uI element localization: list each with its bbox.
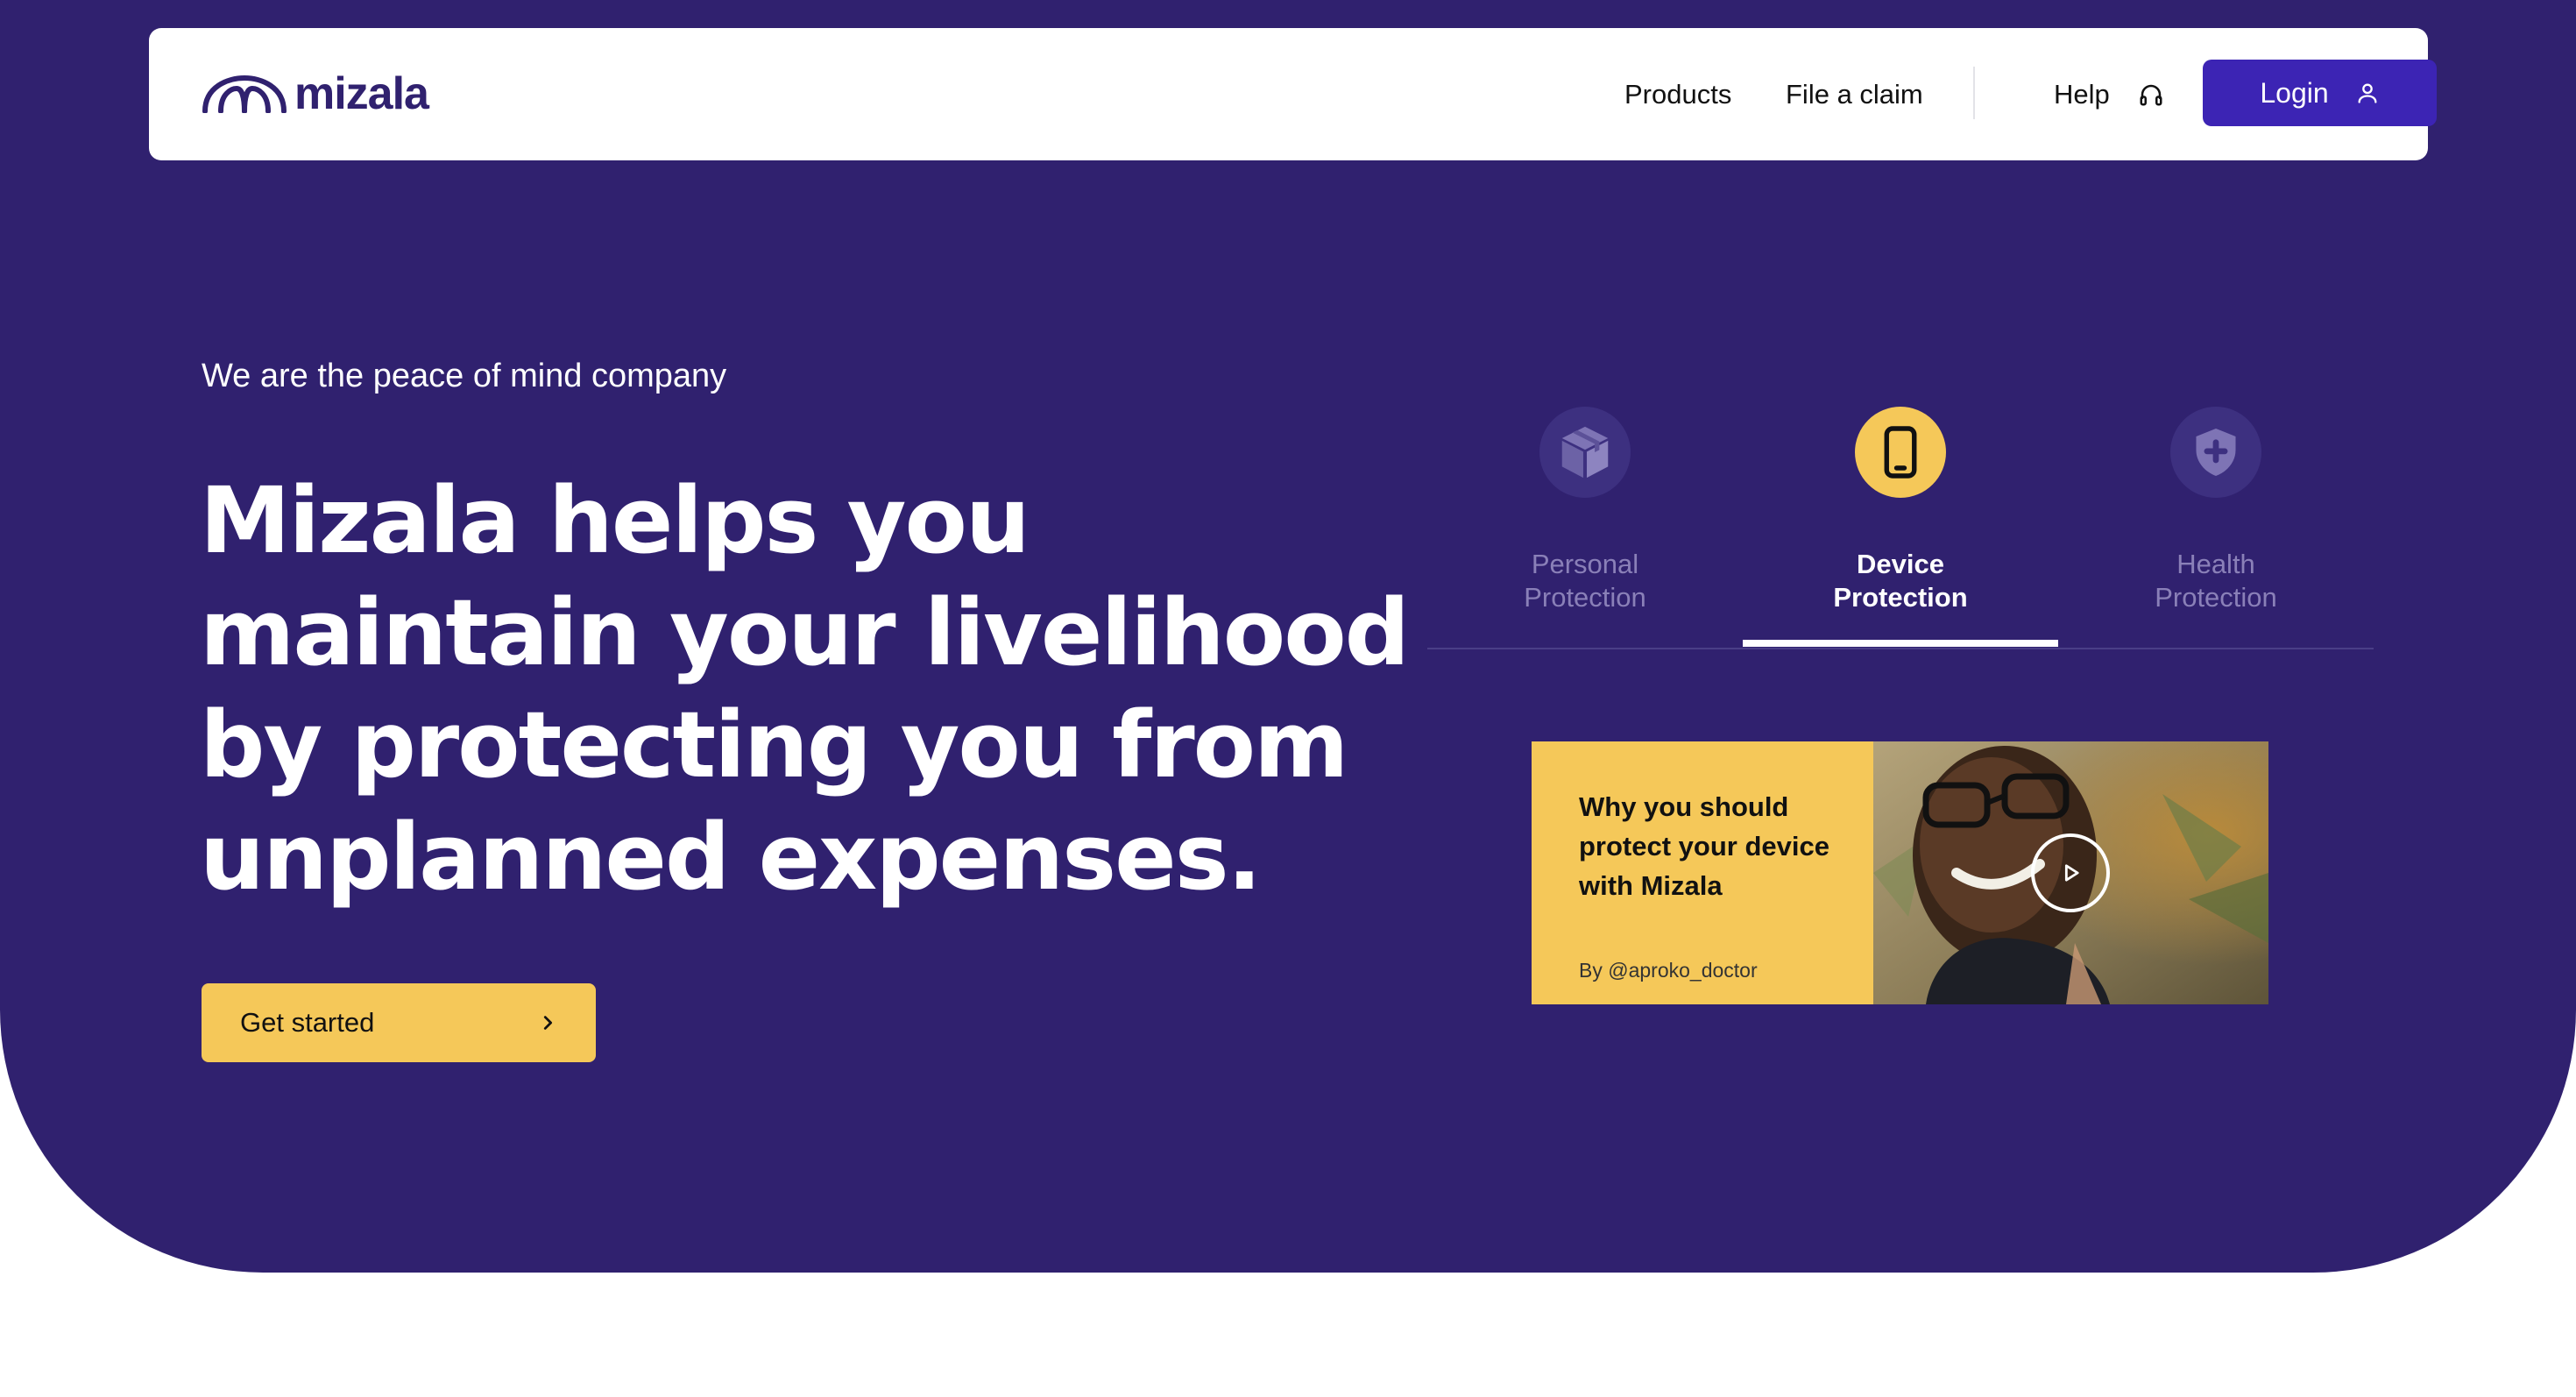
tab-label-line2: Protection <box>1524 582 1646 613</box>
nav-help-link[interactable]: Help <box>2054 28 2164 160</box>
tab-label: Personal Protection <box>1427 548 1743 614</box>
nav-file-claim-link[interactable]: File a claim <box>1786 28 1923 160</box>
video-card-title: Why you should protect your device with … <box>1579 791 1829 901</box>
login-button[interactable]: Login <box>2203 60 2437 126</box>
video-card-byline: By @aproko_doctor <box>1579 959 1758 982</box>
play-icon <box>2064 864 2079 882</box>
video-card-info: Why you should protect your device with … <box>1532 741 1873 1004</box>
box-icon <box>1539 407 1631 498</box>
get-started-label: Get started <box>240 1007 375 1038</box>
shield-plus-icon <box>2170 407 2261 498</box>
tab-personal-protection[interactable]: Personal Protection <box>1427 403 1743 649</box>
nav-products-link[interactable]: Products <box>1624 28 1731 160</box>
tab-label-line2: Protection <box>1833 582 1968 613</box>
tab-label: Device Protection <box>1743 548 2058 614</box>
hero-tagline: We are the peace of mind company <box>202 358 727 394</box>
play-button[interactable] <box>2031 833 2110 912</box>
tabs-divider <box>1427 648 2374 649</box>
logo-icon <box>202 74 287 113</box>
chevron-right-icon <box>543 1016 553 1030</box>
tab-health-protection[interactable]: Health Protection <box>2058 403 2374 649</box>
hero-section: mizala Products File a claim Help Login … <box>0 0 2576 1273</box>
hero-headline: Mizala helps you maintain your livelihoo… <box>200 467 1410 911</box>
video-card[interactable]: Why you should protect your device with … <box>1532 741 2268 1004</box>
help-label: Help <box>2054 78 2110 110</box>
headphones-icon <box>2140 84 2162 105</box>
protection-tabs: Personal Protection Device Protection He… <box>1427 403 2374 649</box>
phone-icon <box>1855 407 1946 498</box>
user-icon <box>2358 83 2377 103</box>
logo[interactable]: mizala <box>202 63 429 124</box>
tab-label-line1: Device <box>1857 549 1944 579</box>
active-tab-indicator <box>1743 640 2058 647</box>
tab-label-line1: Personal <box>1531 549 1639 579</box>
video-thumbnail[interactable] <box>1873 741 2268 1004</box>
top-navbar: mizala Products File a claim Help Login <box>149 28 2437 160</box>
tab-device-protection[interactable]: Device Protection <box>1743 403 2058 649</box>
tab-label: Health Protection <box>2058 548 2374 614</box>
get-started-button[interactable]: Get started <box>202 983 596 1062</box>
tab-label-line2: Protection <box>2155 582 2277 613</box>
tab-label-line1: Health <box>2176 549 2255 579</box>
nav-divider <box>1973 67 1975 119</box>
login-label: Login <box>2260 76 2329 109</box>
logo-wordmark: mizala <box>294 68 429 119</box>
